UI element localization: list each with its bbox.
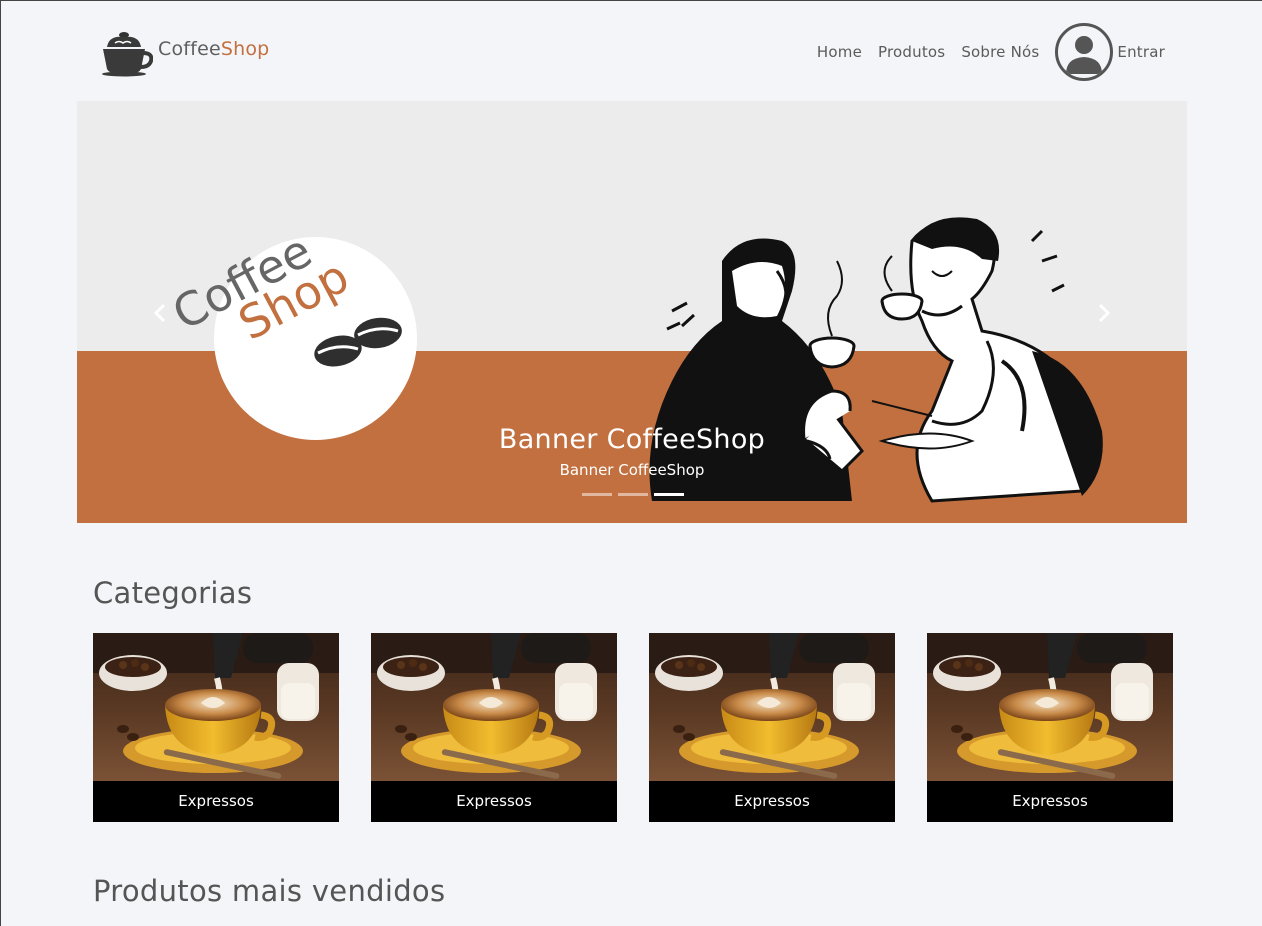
brand-logo[interactable]: CoffeeShop xyxy=(99,25,269,77)
carousel-indicators xyxy=(582,493,690,496)
chevron-right-icon[interactable] xyxy=(1091,301,1115,325)
chevron-left-icon[interactable] xyxy=(149,301,173,325)
category-card[interactable]: Expressos xyxy=(927,633,1173,822)
category-label: Expressos xyxy=(456,792,532,810)
category-image xyxy=(371,633,617,781)
carousel-indicator[interactable] xyxy=(582,493,612,496)
category-image xyxy=(93,633,339,781)
category-card[interactable]: Expressos xyxy=(371,633,617,822)
hero-carousel: Coffee Shop Banner CoffeeShop Banner Cof… xyxy=(77,101,1187,523)
category-image xyxy=(649,633,895,781)
site-header: CoffeeShop Home Produtos Sobre Nós Entra… xyxy=(1,1,1262,101)
category-list: Expressos Expressos Expressos Expressos xyxy=(93,633,1173,823)
carousel-indicator[interactable] xyxy=(618,493,648,496)
nav-home-link[interactable]: Home xyxy=(817,43,862,61)
carousel-indicator-active[interactable] xyxy=(654,493,684,496)
best-sellers-heading: Produtos mais vendidos xyxy=(93,874,446,908)
category-label: Expressos xyxy=(1012,792,1088,810)
main-nav: Home Produtos Sobre Nós Entrar xyxy=(817,23,1165,81)
banner-caption-subtitle: Banner CoffeeShop xyxy=(559,461,705,479)
coffee-beans-icon xyxy=(314,317,402,367)
banner-caption-title: Banner CoffeeShop xyxy=(498,424,766,455)
category-label: Expressos xyxy=(178,792,254,810)
user-avatar-icon[interactable] xyxy=(1055,23,1114,81)
nav-products-link[interactable]: Produtos xyxy=(878,43,945,61)
category-card[interactable]: Expressos xyxy=(649,633,895,822)
coffee-cup-icon xyxy=(102,32,153,77)
nav-about-link[interactable]: Sobre Nós xyxy=(961,43,1039,61)
category-label: Expressos xyxy=(734,792,810,810)
categories-heading: Categorias xyxy=(93,576,253,610)
login-link[interactable]: Entrar xyxy=(1117,43,1165,61)
category-image xyxy=(927,633,1173,781)
category-card[interactable]: Expressos xyxy=(93,633,339,822)
brand-name: CoffeeShop xyxy=(158,38,270,60)
